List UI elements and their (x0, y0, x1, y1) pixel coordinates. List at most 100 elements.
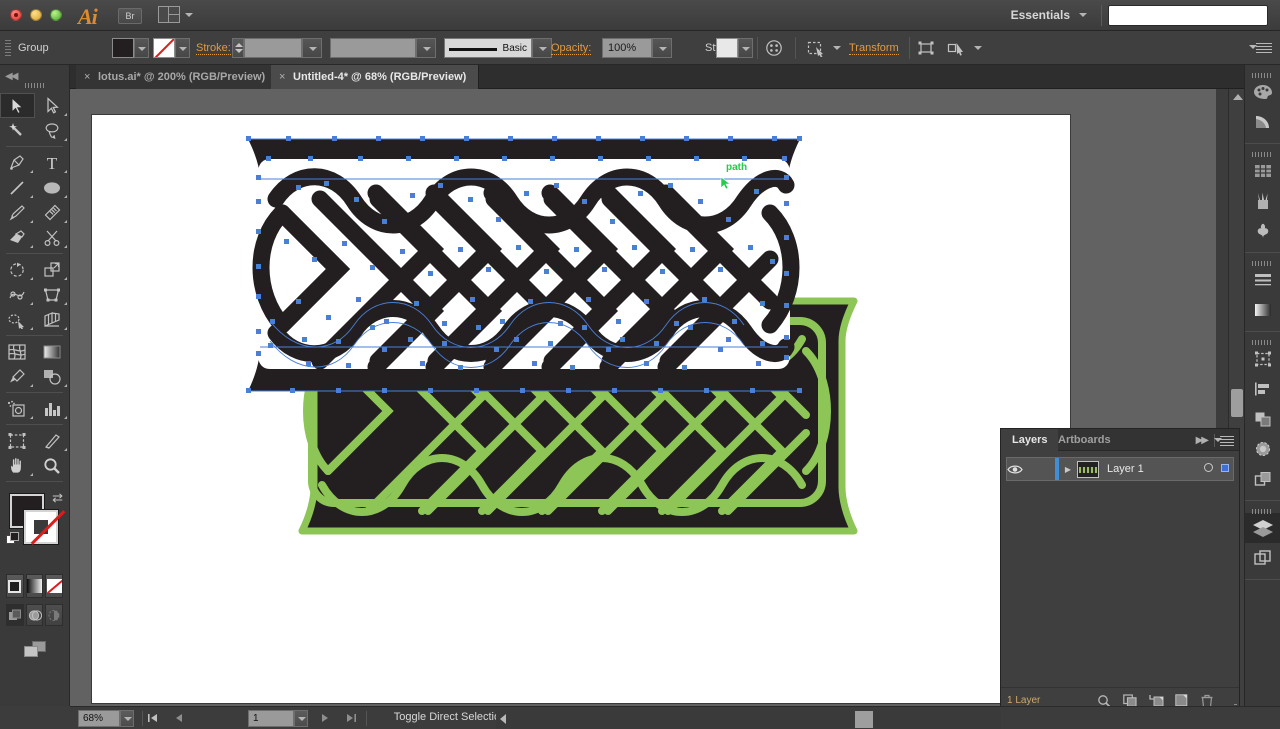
tab-artboards[interactable]: Artboards (1047, 429, 1122, 451)
stroke-label[interactable]: Stroke: (196, 42, 231, 55)
draw-behind-mode[interactable] (25, 604, 44, 626)
pen-tool[interactable] (0, 150, 35, 175)
perspective-grid-tool[interactable] (35, 307, 70, 332)
stroke-color-swatch[interactable] (153, 38, 175, 58)
canvas-horizontal-scrollbar[interactable] (496, 710, 1001, 729)
gradient-panel-icon[interactable] (1245, 295, 1280, 325)
color-mode-gradient[interactable] (25, 574, 44, 598)
stroke-color-indicator[interactable] (24, 510, 66, 545)
shape-builder-tool[interactable] (0, 225, 35, 250)
stroke-profile-dropdown[interactable] (416, 38, 436, 58)
slice-tool[interactable] (35, 428, 70, 453)
symbols-panel-icon[interactable] (1245, 216, 1280, 246)
eyedropper-tool[interactable] (0, 364, 35, 389)
table-row[interactable]: ▶ Layer 1 (1006, 457, 1234, 481)
stroke-panel-icon[interactable] (1245, 265, 1280, 295)
brush-definition-dropdown[interactable] (532, 38, 552, 58)
free-transform-tool[interactable] (35, 282, 70, 307)
artboard-number-field[interactable]: 1 (248, 710, 294, 727)
swatches-panel-icon[interactable] (1245, 156, 1280, 186)
dock-grip[interactable] (1245, 257, 1280, 266)
panel-menu-icon[interactable] (1214, 436, 1234, 446)
gradient-tool[interactable] (35, 339, 70, 364)
blend-tool[interactable] (35, 364, 70, 389)
artboard-tool[interactable] (0, 428, 35, 453)
align-icon[interactable] (916, 39, 936, 57)
control-bar-grip[interactable] (5, 40, 11, 56)
shape-perspective-tool[interactable] (0, 307, 35, 332)
layers-panel-icon[interactable] (1245, 513, 1280, 543)
opacity-dropdown[interactable] (652, 38, 672, 58)
close-icon[interactable]: × (84, 65, 90, 89)
window-controls[interactable] (10, 9, 62, 21)
vertical-scroll-thumb[interactable] (1231, 389, 1243, 417)
collapse-tools-panel-icon[interactable]: ◀◀ (5, 71, 18, 82)
horizontal-scroll-thumb[interactable] (855, 711, 873, 728)
blob-brush-tool[interactable] (35, 200, 70, 225)
launch-bridge-button[interactable]: Br (118, 8, 142, 24)
eye-icon[interactable] (1007, 464, 1033, 475)
select-similar-objects-icon[interactable] (805, 39, 825, 57)
zoom-level-field[interactable]: 68% (78, 710, 120, 727)
brushes-panel-icon[interactable] (1245, 186, 1280, 216)
artboards-panel-icon[interactable] (1245, 543, 1280, 573)
artboard-number-dropdown[interactable] (294, 710, 308, 727)
arrange-documents-button[interactable] (158, 6, 196, 25)
zoom-level-dropdown[interactable] (120, 710, 134, 727)
close-icon[interactable]: × (279, 65, 285, 89)
lasso-tool[interactable] (35, 118, 70, 143)
paintbrush-tool[interactable] (0, 200, 35, 225)
change-screen-mode-button[interactable] (0, 634, 69, 664)
magic-wand-tool[interactable] (0, 118, 35, 143)
column-graph-tool[interactable] (35, 396, 70, 421)
chevron-right-icon[interactable]: ▶ (1059, 465, 1077, 474)
target-indicator[interactable] (1199, 463, 1217, 475)
graphic-style-dropdown[interactable] (738, 38, 753, 58)
expand-panels-icon[interactable]: ▶▶ (1196, 435, 1209, 446)
control-panel-menu-icon[interactable] (1249, 43, 1272, 54)
scissors-tool[interactable] (35, 225, 70, 250)
scroll-left-icon[interactable] (500, 714, 506, 724)
width-tool[interactable] (0, 282, 35, 307)
align-panel-icon[interactable] (1245, 374, 1280, 404)
swap-fill-stroke-icon[interactable]: ⇄ (52, 490, 63, 506)
transform-link[interactable]: Transform (849, 42, 899, 55)
brush-definition-field[interactable]: Basic (444, 38, 532, 58)
pathfinder-panel-icon[interactable] (1245, 404, 1280, 434)
direct-selection-tool[interactable] (35, 93, 70, 118)
first-artboard-icon[interactable] (146, 711, 160, 726)
scroll-up-icon[interactable] (1233, 94, 1243, 100)
hand-tool[interactable] (0, 453, 35, 478)
color-guide-icon[interactable] (1245, 107, 1280, 137)
color-mode-solid[interactable] (6, 574, 24, 598)
minimize-window-button[interactable] (30, 9, 42, 21)
graphic-style-swatch[interactable] (716, 38, 738, 58)
draw-inside-mode[interactable] (45, 604, 64, 626)
workspace-switcher[interactable]: Essentials (1011, 8, 1070, 22)
line-segment-tool[interactable] (0, 175, 35, 200)
dock-grip[interactable] (1245, 69, 1280, 78)
close-window-button[interactable] (10, 9, 22, 21)
rotate-tool[interactable] (0, 257, 35, 282)
zoom-tool[interactable] (35, 453, 70, 478)
fill-color-swatch[interactable] (112, 38, 134, 58)
transparency-panel-icon[interactable] (1245, 434, 1280, 464)
next-artboard-icon[interactable] (318, 711, 332, 726)
appearance-panel-icon[interactable] (1245, 464, 1280, 494)
color-mode-none[interactable] (45, 574, 64, 598)
previous-artboard-icon[interactable] (172, 711, 186, 726)
search-input[interactable] (1108, 5, 1268, 26)
dock-grip[interactable] (1245, 148, 1280, 157)
mesh-tool[interactable] (0, 339, 35, 364)
symbol-sprayer-tool[interactable] (0, 396, 35, 421)
fill-swatch-dropdown[interactable] (134, 38, 149, 58)
stroke-profile-field[interactable] (330, 38, 416, 58)
draw-normal-mode[interactable] (6, 604, 24, 626)
color-panel-icon[interactable] (1245, 77, 1280, 107)
selection-indicator[interactable] (1217, 463, 1233, 475)
type-tool[interactable]: T (35, 150, 70, 175)
chevron-down-icon[interactable] (1079, 13, 1087, 17)
scale-tool[interactable] (35, 257, 70, 282)
transform-panel-icon[interactable] (1245, 344, 1280, 374)
stroke-weight-field[interactable] (244, 38, 302, 58)
